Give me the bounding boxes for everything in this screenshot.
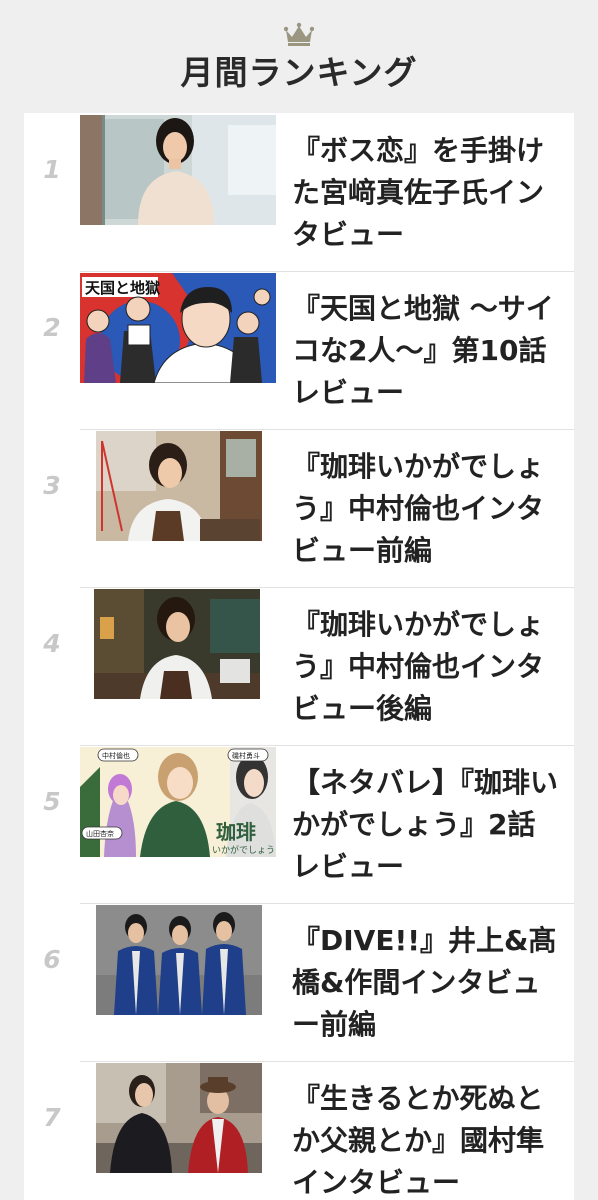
ranking-item[interactable]: 6 『DIVE!!』井上&髙橋&作間インタビュー前編 (24, 903, 574, 1061)
article-thumbnail[interactable]: 中村倫也 磯村勇斗 山田杏奈 珈琲 いかがでしょう (80, 747, 276, 857)
svg-text:いかがでしょう: いかがでしょう (212, 844, 275, 856)
ranking-item[interactable]: 4 『珈琲いかがでしょう』中村倫也インタビュー後編 (24, 587, 574, 745)
article-title[interactable]: 『生きるとか死ぬとか父親とか』國村隼インタビュー (292, 1078, 562, 1200)
ranking-item[interactable]: 3 『珈琲いかがでしょう』中村倫也インタビュー前編 (24, 429, 574, 587)
article-title[interactable]: 『天国と地獄 ～サイコな2人～』第10話レビュー (292, 288, 562, 414)
article-thumbnail[interactable] (80, 905, 276, 1015)
crown-icon (284, 22, 314, 46)
svg-text:磯村勇斗: 磯村勇斗 (232, 751, 260, 760)
ranking-item[interactable]: 1 『ボス恋』を手掛けた宮﨑真佐子氏インタビュー (24, 113, 574, 271)
svg-text:天国と地獄: 天国と地獄 (85, 279, 160, 297)
article-thumbnail[interactable] (80, 1063, 276, 1173)
rank-number: 6 (43, 945, 61, 974)
rank-number: 3 (43, 471, 61, 500)
article-title[interactable]: 【ネタバレ】『珈琲いかがでしょう』2話レビュー (292, 762, 562, 888)
ranking-item[interactable]: 2 天国と地獄 『天国と地獄 ～サイコな2人～』第10話レビュー (24, 271, 574, 429)
rank-number: 2 (43, 313, 61, 342)
page-title: 月間ランキング (180, 53, 418, 92)
ranking-list: 1 『ボス恋』を手掛けた宮﨑真佐子氏インタビュー 2 天国と地獄 『天国と地獄 … (24, 113, 574, 1200)
ranking-page: 月間ランキング 1 『ボス恋』を手掛けた宮﨑真佐子氏インタビュー 2 天国と地獄… (0, 0, 598, 1200)
rank-number: 4 (43, 629, 61, 658)
svg-text:珈琲: 珈琲 (216, 820, 256, 844)
svg-text:中村倫也: 中村倫也 (102, 751, 130, 760)
article-title[interactable]: 『珈琲いかがでしょう』中村倫也インタビュー前編 (292, 446, 562, 572)
article-thumbnail[interactable] (80, 115, 276, 225)
article-title[interactable]: 『DIVE!!』井上&髙橋&作間インタビュー前編 (292, 920, 562, 1046)
article-title[interactable]: 『ボス恋』を手掛けた宮﨑真佐子氏インタビュー (292, 130, 562, 256)
article-thumbnail[interactable] (80, 589, 276, 699)
article-title[interactable]: 『珈琲いかがでしょう』中村倫也インタビュー後編 (292, 604, 562, 730)
rank-number: 7 (43, 1103, 61, 1132)
rank-number: 1 (43, 155, 61, 184)
article-thumbnail[interactable]: 天国と地獄 (80, 273, 276, 383)
rank-number: 5 (43, 787, 61, 816)
article-thumbnail[interactable] (80, 431, 276, 541)
ranking-item[interactable]: 7 『生きるとか死ぬとか父親とか』國村隼インタビュー (24, 1061, 574, 1200)
svg-text:山田杏奈: 山田杏奈 (86, 829, 114, 838)
ranking-item[interactable]: 5 中村倫也 磯村勇斗 山田杏奈 珈琲 いかがでしょう 【ネタバレ】『珈琲いかが… (24, 745, 574, 903)
